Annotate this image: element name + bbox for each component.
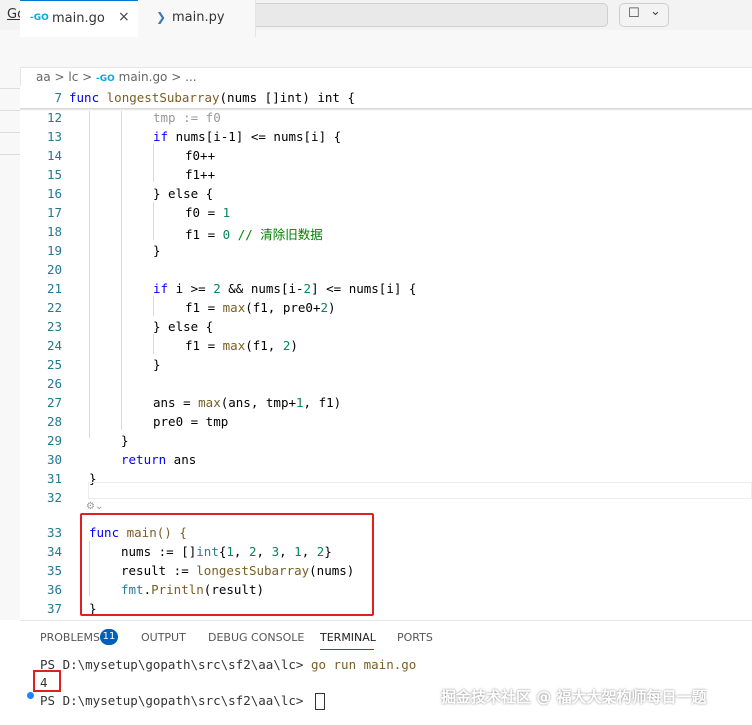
line-number: 29 <box>46 433 62 448</box>
main-function-highlight-box <box>80 513 374 616</box>
code-line: ans = max(ans, tmp+1, f1) <box>153 395 342 410</box>
watermark: 掘金技术社区 @ 福大大架构师每日一题 <box>441 688 707 706</box>
line-number: 20 <box>46 262 62 277</box>
line-number: 35 <box>46 563 62 578</box>
copilot-icon: ☐ <box>628 6 640 21</box>
line-number: 37 <box>46 601 62 616</box>
code-line: } else { <box>153 319 214 334</box>
terminal-command-decoration-icon <box>27 692 34 699</box>
problems-count-badge: 11 <box>100 629 118 645</box>
tab-output[interactable]: OUTPUT <box>141 631 186 644</box>
line-number: 15 <box>46 167 62 182</box>
breadcrumb-separator: > <box>50 70 69 84</box>
line-number: 32 <box>46 490 62 505</box>
breadcrumb-separator: > <box>167 70 186 84</box>
copilot-button[interactable]: ☐ ⌄ <box>619 3 669 27</box>
tab-terminal[interactable]: TERMINAL <box>320 631 376 644</box>
current-line-highlight <box>88 482 752 499</box>
codelens-icon[interactable]: ⚙⌄ <box>86 501 103 512</box>
breadcrumb: aa > lc > -GO main.go > ... <box>36 70 197 84</box>
line-number: 14 <box>46 148 62 163</box>
indent-guide <box>153 296 154 316</box>
indent-guide <box>153 334 154 354</box>
code-line: f1 = max(f1, pre0+2) <box>185 300 336 315</box>
breadcrumb-main-go[interactable]: main.go <box>119 70 168 84</box>
go-file-icon: -GO <box>96 74 115 84</box>
indent-guide <box>153 144 154 182</box>
line-number: 16 <box>46 186 62 201</box>
line-number: 7 <box>54 90 62 105</box>
tab-main-py[interactable]: ❯ main.py <box>138 0 256 37</box>
tab-label: main.py <box>172 10 225 25</box>
line-number: 30 <box>46 452 62 467</box>
line-number: 27 <box>46 395 62 410</box>
active-tab-indicator <box>320 649 374 650</box>
code-line: } <box>121 433 129 448</box>
code-line: f0++ <box>185 148 216 163</box>
line-number: 25 <box>46 357 62 372</box>
line-number: 26 <box>46 376 62 391</box>
tab-main-go[interactable]: -GO main.go × <box>20 0 138 37</box>
line-number: 28 <box>46 414 62 429</box>
code-line: } <box>153 243 161 258</box>
code-line: f1++ <box>185 167 216 182</box>
indent-guide <box>121 108 122 430</box>
tab-debug-console[interactable]: DEBUG CONSOLE <box>208 631 304 644</box>
activity-strip <box>0 30 21 620</box>
code-line: return ans <box>121 452 197 467</box>
code-line: f1 = max(f1, 2) <box>185 338 298 353</box>
indent-guide <box>89 108 90 438</box>
go-file-icon: -GO <box>30 13 49 23</box>
line-number: 33 <box>46 525 62 540</box>
line-number: 19 <box>46 243 62 258</box>
indent-guide <box>153 202 154 240</box>
code-line: f0 = 1 <box>185 205 231 220</box>
line-number: 22 <box>46 300 62 315</box>
bottom-panel: PROBLEMS 11 OUTPUT DEBUG CONSOLE TERMINA… <box>20 620 752 725</box>
terminal-line[interactable]: PS D:\mysetup\gopath\src\sf2\aa\lc> <box>40 693 325 710</box>
line-number: 12 <box>46 110 62 125</box>
line-number: 18 <box>46 224 62 239</box>
python-file-icon: ❯ <box>156 10 167 24</box>
terminal-line[interactable]: PS D:\mysetup\gopath\src\sf2\aa\lc> go r… <box>40 657 416 672</box>
code-line: func longestSubarray(nums []int) int { <box>69 90 355 105</box>
chevron-down-icon: ⌄ <box>650 4 661 19</box>
code-line: pre0 = tmp <box>153 414 229 429</box>
breadcrumb-separator: > <box>78 70 97 84</box>
tab-problems[interactable]: PROBLEMS <box>40 631 100 644</box>
code-line: tmp := f0 <box>153 110 221 125</box>
line-number: 36 <box>46 582 62 597</box>
code-line: if i >= 2 && nums[i-2] <= nums[i] { <box>153 281 417 296</box>
tab-label: main.go <box>52 11 105 26</box>
line-number: 23 <box>46 319 62 334</box>
code-line: if nums[i-1] <= nums[i] { <box>153 129 342 144</box>
terminal-cursor <box>314 693 325 710</box>
line-number: 31 <box>46 471 62 486</box>
line-number: 34 <box>46 544 62 559</box>
tab-ports[interactable]: PORTS <box>397 631 433 644</box>
breadcrumb-lc[interactable]: lc <box>68 70 78 84</box>
close-icon[interactable]: × <box>118 9 130 25</box>
line-number: 13 <box>46 129 62 144</box>
code-line: } else { <box>153 186 214 201</box>
code-line: f1 = 0 // 清除旧数据 <box>185 227 323 242</box>
output-highlight-box <box>33 670 61 692</box>
breadcrumb-more[interactable]: ... <box>185 70 196 84</box>
sticky-scroll-shadow <box>20 108 752 111</box>
line-number: 21 <box>46 281 62 296</box>
breadcrumb-aa[interactable]: aa <box>36 70 51 84</box>
code-line: } <box>153 357 161 372</box>
line-number: 17 <box>46 205 62 220</box>
line-number: 24 <box>46 338 62 353</box>
